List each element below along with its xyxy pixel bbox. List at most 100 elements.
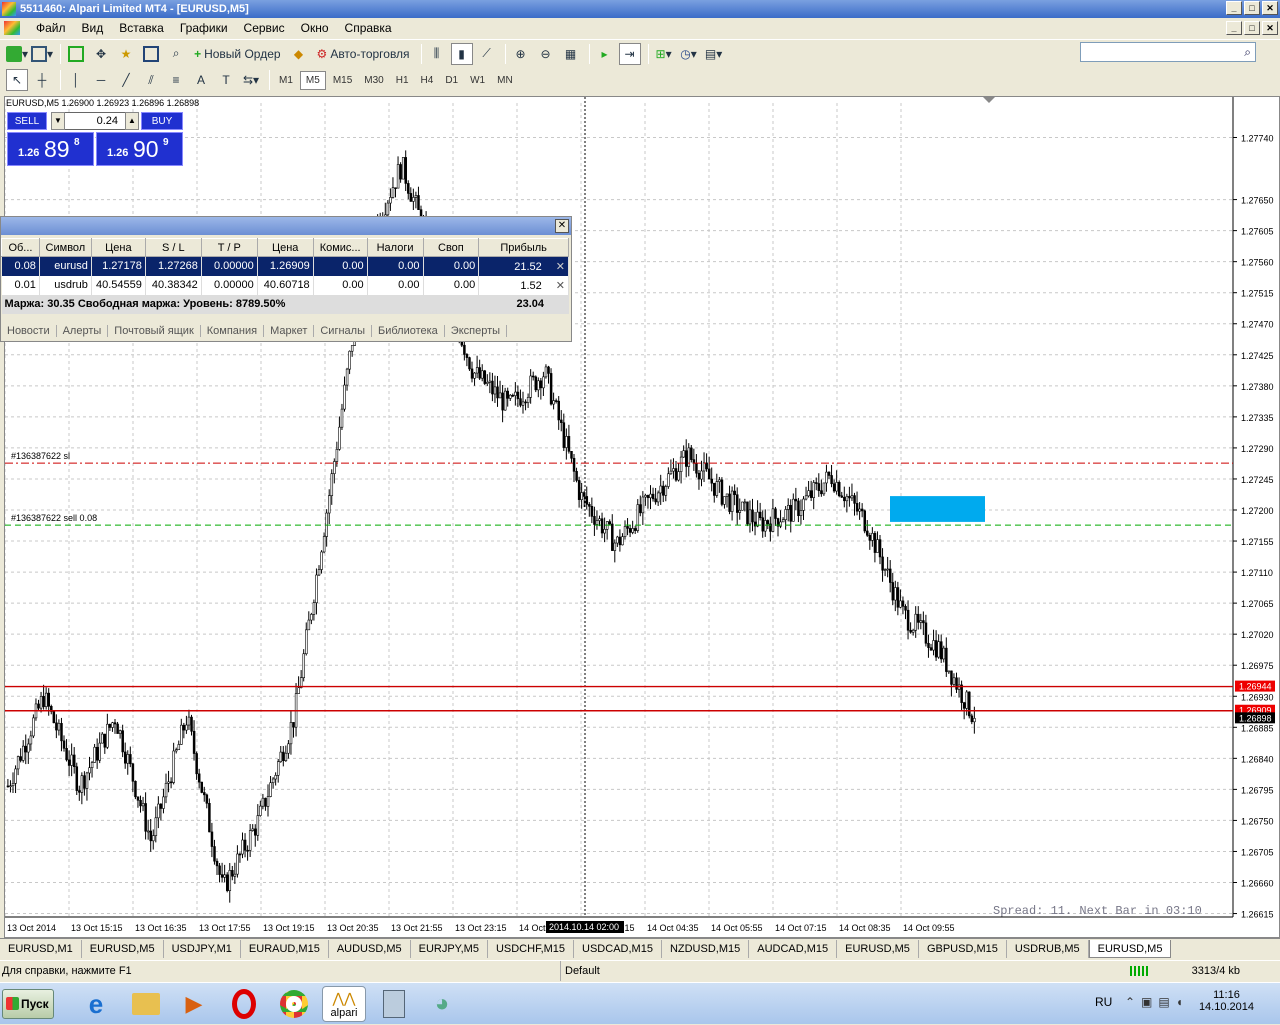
sell-button[interactable]: SELL <box>7 112 47 130</box>
col-profit[interactable]: Прибыль <box>478 238 569 257</box>
candlestick-button[interactable]: ▮ <box>450 42 473 65</box>
tab-library[interactable]: Библиотека <box>372 325 445 337</box>
chart-tab[interactable]: USDCHF,M15 <box>488 939 575 958</box>
tf-m15[interactable]: M15 <box>328 72 357 89</box>
tf-mn[interactable]: MN <box>492 72 518 89</box>
col-open-price[interactable]: Цена <box>90 238 146 257</box>
vertical-line-button[interactable]: │ <box>65 69 87 91</box>
col-swap[interactable]: Своп <box>422 238 480 257</box>
tf-h4[interactable]: H4 <box>416 72 439 89</box>
tf-m30[interactable]: M30 <box>359 72 388 89</box>
fibonacci-button[interactable]: ≡ <box>165 69 187 91</box>
templates-button[interactable]: ▤ ▾ <box>703 43 725 65</box>
autotrading-button[interactable]: ⚙ Авто-торговля <box>313 43 414 65</box>
close-order-icon[interactable]: ✕ <box>556 261 565 273</box>
sell-price[interactable]: 1.26 89 8 <box>7 132 94 166</box>
ie-taskbar-button[interactable]: e <box>74 986 118 1022</box>
calculator-taskbar-button[interactable] <box>372 986 416 1022</box>
maximize-button[interactable]: □ <box>1244 1 1260 15</box>
data-window-button[interactable]: ★ <box>115 43 137 65</box>
autoscroll-button[interactable]: ▸ <box>594 43 616 65</box>
lot-down-icon[interactable]: ▼ <box>51 112 65 130</box>
chart-tab[interactable]: AUDCAD,M15 <box>749 939 838 958</box>
buy-price[interactable]: 1.26 90 9 <box>96 132 183 166</box>
tf-m5[interactable]: M5 <box>299 70 326 90</box>
chrome-taskbar-button[interactable] <box>272 986 316 1022</box>
new-order-button[interactable]: + Новый Ордер <box>190 43 284 65</box>
new-chart-button[interactable]: ▾ <box>6 43 28 65</box>
chart-shift-button[interactable]: ⇥ <box>618 42 641 65</box>
strategy-tester-button[interactable]: ⌕ <box>165 43 187 65</box>
tf-w1[interactable]: W1 <box>465 72 490 89</box>
close-button[interactable]: ✕ <box>1262 1 1278 15</box>
chart-tab[interactable]: USDCAD,M15 <box>574 939 662 958</box>
col-volume[interactable]: Об... <box>1 238 40 257</box>
line-chart-button[interactable]: ⟋ <box>476 43 498 65</box>
zoom-in-button[interactable]: ⊕ <box>510 43 532 65</box>
chart-tab[interactable]: AUDUSD,M5 <box>329 939 411 958</box>
language-indicator[interactable]: RU <box>1095 995 1112 1009</box>
tray-icons[interactable]: ⌃▣▤◖ <box>1125 995 1189 1009</box>
chart-tab[interactable]: USDJPY,M1 <box>164 939 241 958</box>
chart-tab[interactable]: EURUSD,M5 <box>837 939 919 958</box>
tf-d1[interactable]: D1 <box>440 72 463 89</box>
mdi-restore-button[interactable]: □ <box>1244 21 1260 35</box>
chart-tab[interactable]: EURJPY,M5 <box>411 939 488 958</box>
market-watch-button[interactable] <box>65 43 87 65</box>
menu-insert[interactable]: Вставка <box>111 21 172 35</box>
tab-alerts[interactable]: Алерты <box>57 325 109 337</box>
menu-view[interactable]: Вид <box>74 21 112 35</box>
mdi-minimize-button[interactable]: _ <box>1226 21 1242 35</box>
menu-charts[interactable]: Графики <box>172 21 236 35</box>
buy-button[interactable]: BUY <box>141 112 183 130</box>
opera-taskbar-button[interactable] <box>222 986 266 1022</box>
trendline-button[interactable]: ╱ <box>115 69 137 91</box>
crosshair-button[interactable]: ┼ <box>31 69 53 91</box>
chart-tab[interactable]: GBPUSD,M15 <box>919 939 1007 958</box>
table-row[interactable]: 0.01 usdrub 40.54559 40.38342 0.00000 40… <box>1 275 569 295</box>
menu-file[interactable]: Файл <box>28 21 74 35</box>
text-button[interactable]: A <box>190 69 212 91</box>
paint-taskbar-button[interactable]: ◕ <box>420 986 464 1022</box>
bar-chart-button[interactable]: ⫼ <box>426 43 448 65</box>
zoom-out-button[interactable]: ⊖ <box>535 43 557 65</box>
tab-market[interactable]: Маркет <box>264 325 315 337</box>
col-sl[interactable]: S / L <box>144 238 202 257</box>
alpari-taskbar-button[interactable]: ⋀⋀ alpari <box>322 986 366 1022</box>
arrows-button[interactable]: ⇆ ▾ <box>240 69 262 91</box>
tile-windows-button[interactable]: ▦ <box>560 43 582 65</box>
chart-tab[interactable]: NZDUSD,M15 <box>662 939 750 958</box>
close-order-icon[interactable]: ✕ <box>556 280 565 292</box>
menu-window[interactable]: Окно <box>293 21 337 35</box>
horizontal-line-button[interactable]: ─ <box>90 69 112 91</box>
start-button[interactable]: Пуск <box>2 989 54 1019</box>
indicators-button[interactable]: ⊞ ▾ <box>653 43 675 65</box>
tab-company[interactable]: Компания <box>201 325 265 337</box>
col-symbol[interactable]: Символ <box>38 238 92 257</box>
lot-size-input[interactable]: ▼ 0.24 ▲ <box>51 112 139 130</box>
tab-mailbox[interactable]: Почтовый ящик <box>108 325 201 337</box>
chart-tab[interactable]: USDRUB,M5 <box>1007 939 1089 958</box>
channel-button[interactable]: ⫽ <box>140 69 162 91</box>
navigator-button[interactable]: ✥ <box>90 43 112 65</box>
col-price[interactable]: Цена <box>256 238 314 257</box>
mdi-close-button[interactable]: ✕ <box>1262 21 1278 35</box>
chart-tab[interactable]: EURAUD,M15 <box>241 939 329 958</box>
terminal-button[interactable] <box>140 43 162 65</box>
col-taxes[interactable]: Налоги <box>366 238 424 257</box>
table-row[interactable]: 0.08 eurusd 1.27178 1.27268 0.00000 1.26… <box>1 256 569 276</box>
col-tp[interactable]: T / P <box>200 238 258 257</box>
metaeditor-button[interactable]: ◆ <box>288 43 310 65</box>
search-input[interactable]: ⌕ <box>1080 42 1256 62</box>
terminal-close-icon[interactable]: ✕ <box>555 219 569 233</box>
chart-tab[interactable]: EURUSD,M1 <box>0 939 82 958</box>
menu-help[interactable]: Справка <box>337 21 400 35</box>
col-commission[interactable]: Комис... <box>312 238 368 257</box>
tf-m1[interactable]: M1 <box>274 72 298 89</box>
profiles-button[interactable]: ▾ <box>31 43 53 65</box>
lot-up-icon[interactable]: ▲ <box>125 112 139 130</box>
explorer-taskbar-button[interactable] <box>124 986 168 1022</box>
media-player-taskbar-button[interactable]: ▶ <box>172 986 216 1022</box>
minimize-button[interactable]: _ <box>1226 1 1242 15</box>
clock[interactable]: 11:16 14.10.2014 <box>1199 989 1254 1013</box>
